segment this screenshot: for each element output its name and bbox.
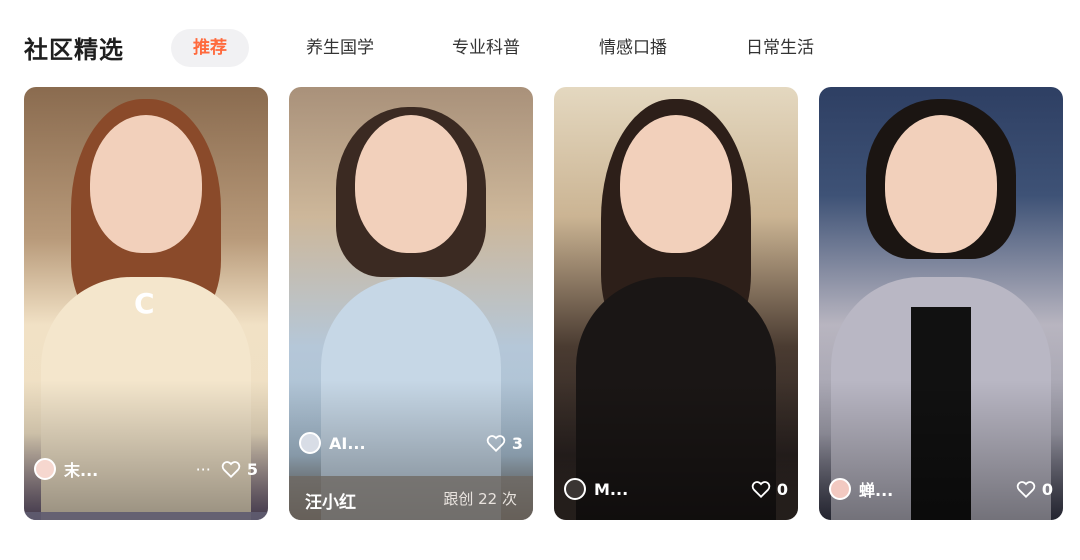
like-button[interactable]: 3: [486, 434, 523, 453]
avatar[interactable]: [564, 478, 586, 500]
like-button[interactable]: 5: [221, 460, 258, 479]
header: 社区精选 推荐 养生国学 专业科普 情感口播 日常生活: [0, 0, 1080, 90]
card-meta: AI... 3: [299, 431, 523, 455]
tab-health[interactable]: 养生国学: [300, 29, 380, 67]
like-button[interactable]: 0: [751, 480, 788, 499]
template-name: 汪小红: [305, 493, 356, 513]
portrait-face: [355, 115, 467, 253]
like-count: 3: [511, 433, 523, 453]
card-meta: 蝉... 0: [829, 477, 1053, 501]
author-name[interactable]: M...: [594, 480, 628, 499]
page-title: 社区精选: [24, 36, 124, 64]
more-icon[interactable]: ···: [196, 460, 211, 479]
card-2[interactable]: AI... 3 汪小红 跟创 22 次: [289, 87, 533, 520]
card-footer: 汪小红 跟创 22 次: [289, 476, 533, 520]
heart-icon: [486, 434, 506, 452]
avatar[interactable]: [299, 432, 321, 454]
tab-recommend[interactable]: 推荐: [171, 29, 249, 67]
portrait-face: [885, 115, 997, 253]
like-count: 0: [776, 479, 788, 499]
avatar[interactable]: [829, 478, 851, 500]
card-meta: 末... ··· 5: [34, 457, 258, 481]
tab-daily-life[interactable]: 日常生活: [740, 29, 820, 67]
card-3[interactable]: M... 0: [554, 87, 798, 520]
card-4[interactable]: 蝉... 0: [819, 87, 1063, 520]
follow-count: 跟创 22 次: [443, 490, 517, 508]
card-shade: [24, 380, 268, 520]
author-name[interactable]: AI...: [329, 434, 366, 453]
tab-science[interactable]: 专业科普: [446, 29, 526, 67]
author-name[interactable]: 末...: [64, 457, 98, 481]
like-count: 5: [246, 459, 258, 479]
heart-icon: [1016, 480, 1036, 498]
card-1[interactable]: C 末... ··· 5: [24, 87, 268, 520]
author-name[interactable]: 蝉...: [859, 477, 893, 501]
like-button[interactable]: 0: [1016, 480, 1053, 499]
loading-indicator: C: [134, 287, 155, 320]
like-count: 0: [1041, 479, 1053, 499]
portrait-face: [620, 115, 732, 253]
card-footer: [24, 512, 268, 520]
card-meta: M... 0: [564, 477, 788, 501]
heart-icon: [751, 480, 771, 498]
portrait-face: [90, 115, 202, 253]
heart-icon: [221, 460, 241, 478]
avatar[interactable]: [34, 458, 56, 480]
tab-emotion[interactable]: 情感口播: [593, 29, 673, 67]
